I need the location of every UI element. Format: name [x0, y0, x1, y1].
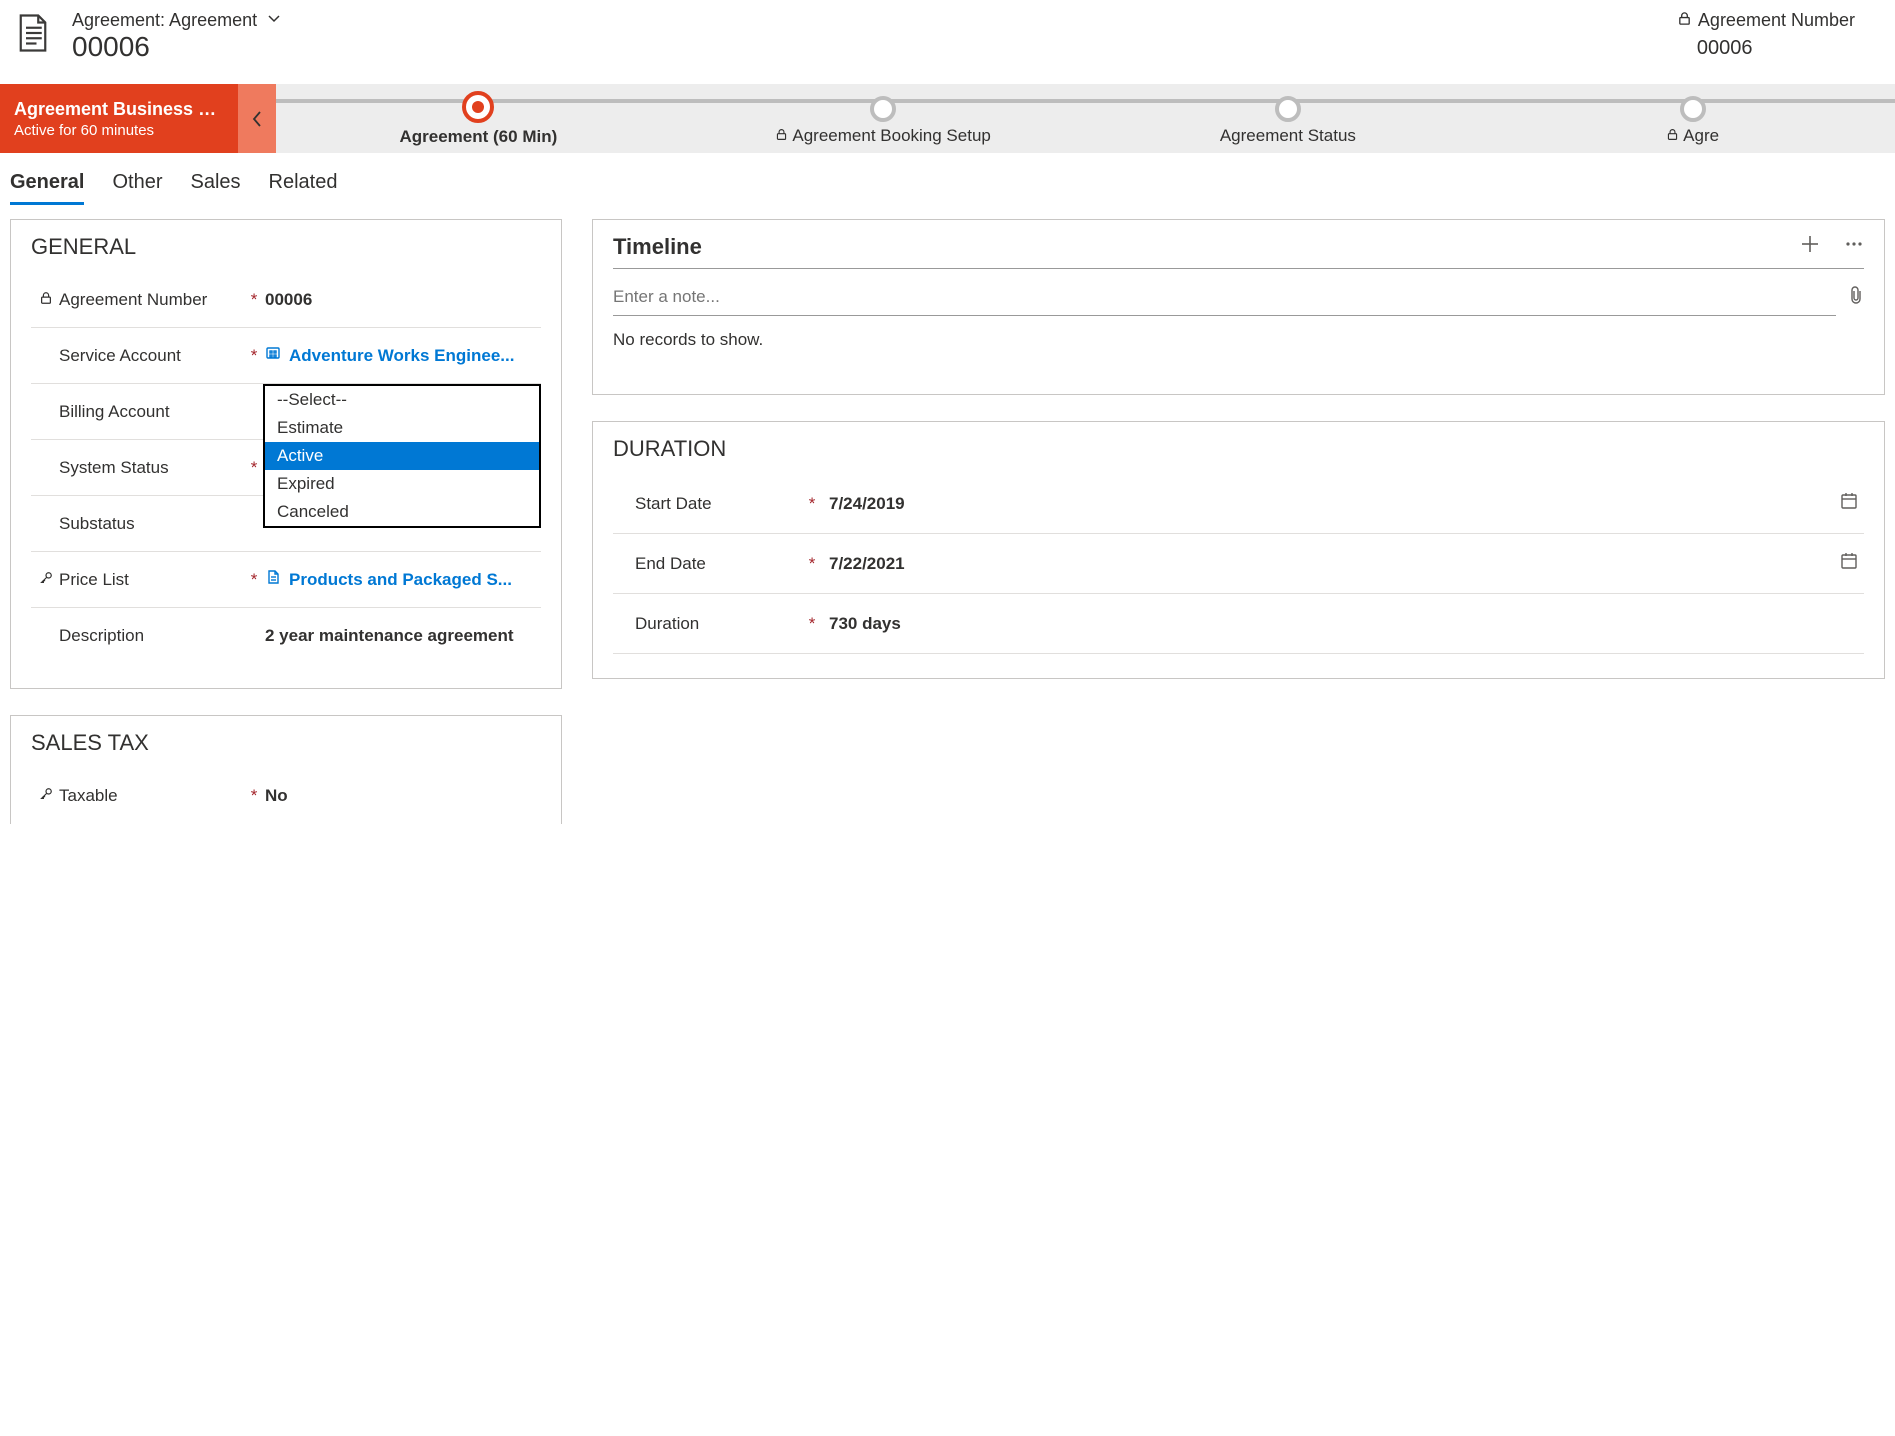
tab-other[interactable]: Other — [112, 171, 162, 205]
required-marker: * — [803, 614, 821, 634]
value-duration[interactable]: 730 days — [821, 614, 1864, 634]
process-name: Agreement Business Pro... — [14, 99, 224, 120]
process-stage[interactable]: Agreement (60 Min) — [276, 90, 681, 147]
field-agreement-number: Agreement Number * 00006 — [31, 272, 541, 328]
timeline-note-input[interactable] — [613, 279, 1836, 316]
field-service-account: Service Account * Adventure Works Engine… — [31, 328, 541, 384]
process-badge[interactable]: Agreement Business Pro... Active for 60 … — [0, 84, 238, 153]
section-title-duration: DURATION — [613, 436, 1864, 462]
stage-label: Agreement Status — [1220, 126, 1356, 146]
breadcrumb-text: Agreement: Agreement — [72, 10, 257, 31]
label-duration: Duration — [613, 614, 803, 634]
process-stage[interactable]: Agre — [1490, 92, 1895, 146]
chevron-down-icon — [267, 12, 281, 29]
value-taxable[interactable]: No — [263, 782, 541, 810]
stage-circle-icon — [462, 91, 494, 123]
field-billing-account: Billing Account --Select--EstimateActive… — [31, 384, 541, 440]
label-agreement-number: Agreement Number — [59, 290, 207, 310]
stage-label: Agreement (60 Min) — [400, 127, 558, 147]
label-price-list: Price List — [59, 570, 129, 590]
process-elapsed: Active for 60 minutes — [14, 122, 224, 139]
stage-label: Agreement Booking Setup — [775, 126, 990, 146]
process-stage[interactable]: Agreement Booking Setup — [681, 92, 1086, 146]
dropdown-option[interactable]: Expired — [265, 470, 539, 498]
field-price-list: Price List * Products and Packaged S... — [31, 552, 541, 608]
system-status-dropdown-open[interactable]: --Select--EstimateActiveExpiredCanceled — [263, 384, 541, 528]
section-title-sales-tax: SALES TAX — [31, 730, 541, 756]
field-description: Description 2 year maintenance agreement — [31, 608, 541, 664]
value-description[interactable]: 2 year maintenance agreement — [263, 622, 541, 650]
required-marker: * — [245, 290, 263, 310]
field-duration: Duration * 730 days — [613, 594, 1864, 654]
value-agreement-number[interactable]: 00006 — [263, 286, 541, 314]
stage-circle-icon — [870, 96, 896, 122]
process-stages: Agreement (60 Min) Agreement Booking Setu… — [276, 84, 1895, 153]
field-start-date: Start Date * 7/24/2019 — [613, 474, 1864, 534]
record-title: 00006 — [72, 31, 281, 63]
dropdown-option[interactable]: Active — [265, 442, 539, 470]
timeline-section: Timeline No records to show. — [592, 219, 1885, 395]
label-end-date: End Date — [613, 554, 803, 574]
calendar-icon[interactable] — [1840, 552, 1864, 575]
section-title-general: GENERAL — [31, 234, 541, 260]
general-section: GENERAL Agreement Number * 00006 Service… — [10, 219, 562, 689]
field-taxable: Taxable * No — [31, 768, 541, 824]
timeline-empty-text: No records to show. — [613, 316, 1864, 364]
lock-icon — [1677, 10, 1692, 31]
dropdown-option[interactable]: --Select-- — [265, 386, 539, 414]
recommendation-icon — [39, 786, 53, 806]
required-marker: * — [803, 494, 821, 514]
form-tabs: General Other Sales Related — [0, 153, 1895, 205]
value-start-date[interactable]: 7/24/2019 — [821, 494, 1840, 514]
agreement-entity-icon — [12, 12, 54, 54]
tab-general[interactable]: General — [10, 171, 84, 205]
form-selector[interactable]: Agreement: Agreement — [72, 10, 281, 31]
pricelist-lookup-icon — [265, 569, 281, 590]
calendar-icon[interactable] — [1840, 492, 1864, 515]
process-back-button[interactable] — [238, 84, 276, 153]
label-taxable: Taxable — [59, 786, 118, 806]
header-right-summary: Agreement Number 00006 — [1677, 10, 1855, 60]
process-stage[interactable]: Agreement Status — [1086, 92, 1491, 146]
label-system-status: System Status — [59, 458, 169, 478]
label-substatus: Substatus — [59, 514, 135, 534]
dropdown-option[interactable]: Estimate — [265, 414, 539, 442]
required-marker: * — [245, 458, 263, 478]
stage-circle-icon — [1275, 96, 1301, 122]
page-header: Agreement: Agreement 00006 Agreement Num… — [0, 0, 1895, 83]
field-end-date: End Date * 7/22/2021 — [613, 534, 1864, 594]
label-description: Description — [59, 626, 144, 646]
label-service-account: Service Account — [59, 346, 181, 366]
label-billing-account: Billing Account — [59, 402, 170, 422]
required-marker: * — [803, 554, 821, 574]
header-right-label: Agreement Number — [1698, 10, 1855, 31]
attachment-icon[interactable] — [1848, 286, 1864, 309]
account-lookup-icon — [265, 345, 281, 366]
dropdown-option[interactable]: Canceled — [265, 498, 539, 526]
required-marker: * — [245, 570, 263, 590]
label-start-date: Start Date — [613, 494, 803, 514]
value-end-date[interactable]: 7/22/2021 — [821, 554, 1840, 574]
required-marker: * — [245, 786, 263, 806]
stage-label: Agre — [1666, 126, 1719, 146]
timeline-more-button[interactable] — [1844, 234, 1864, 260]
timeline-add-button[interactable] — [1800, 234, 1820, 260]
timeline-title: Timeline — [613, 234, 1800, 260]
stage-circle-icon — [1680, 96, 1706, 122]
required-marker: * — [245, 346, 263, 366]
header-right-value: 00006 — [1677, 37, 1855, 60]
value-price-list[interactable]: Products and Packaged S... — [263, 565, 541, 594]
value-service-account[interactable]: Adventure Works Enginee... — [263, 341, 541, 370]
duration-section: DURATION Start Date * 7/24/2019 End Date… — [592, 421, 1885, 679]
lock-icon — [39, 290, 53, 310]
tab-related[interactable]: Related — [269, 171, 338, 205]
sales-tax-section: SALES TAX Taxable * No — [10, 715, 562, 824]
recommendation-icon — [39, 570, 53, 590]
business-process-flow: Agreement Business Pro... Active for 60 … — [0, 83, 1895, 153]
lock-icon — [1666, 128, 1679, 144]
lock-icon — [775, 128, 788, 144]
tab-sales[interactable]: Sales — [191, 171, 241, 205]
